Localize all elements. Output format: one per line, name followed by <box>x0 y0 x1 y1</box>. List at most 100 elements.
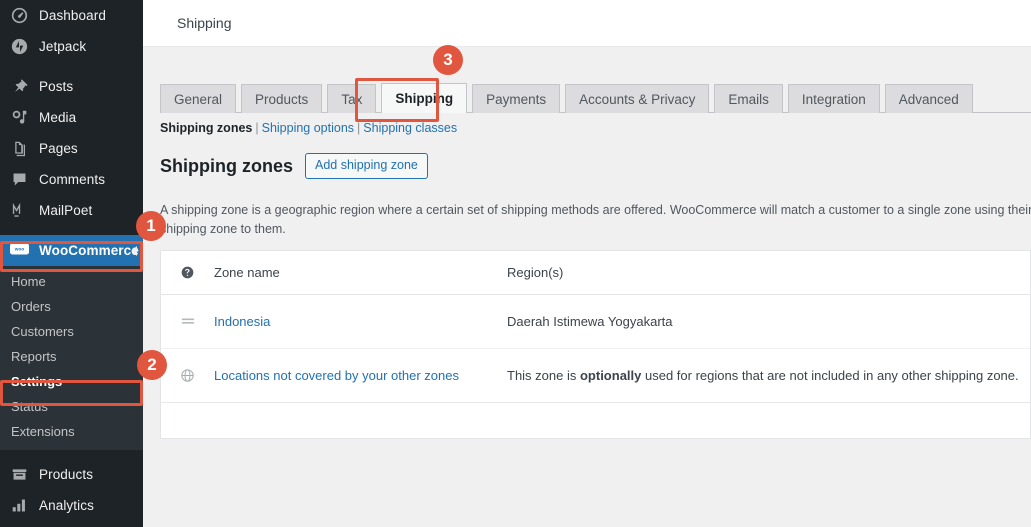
sidebar-item-label: Products <box>39 467 93 482</box>
submenu-item-label: Reports <box>11 349 57 364</box>
main-content: General Products Tax Shipping Payments A… <box>143 47 1031 527</box>
section-heading: Shipping zones <box>160 156 293 177</box>
sidebar-item-label: Jetpack <box>39 39 86 54</box>
media-icon <box>9 107 30 128</box>
tab-label: Emails <box>728 92 769 107</box>
help-icon[interactable] <box>161 266 214 279</box>
tab-general[interactable]: General <box>160 84 236 113</box>
sidebar-item-label: Comments <box>39 172 105 187</box>
sidebar-item-label: Posts <box>39 79 73 94</box>
submenu-item-customers[interactable]: Customers <box>0 319 143 344</box>
tab-label: Products <box>255 92 308 107</box>
products-icon <box>9 464 30 485</box>
submenu-item-label: Settings <box>11 374 62 389</box>
sidebar-item-posts[interactable]: Posts <box>0 71 143 102</box>
woocommerce-icon: woo <box>9 240 30 261</box>
region-text-suffix: used for regions that are not included i… <box>641 368 1018 383</box>
sidebar-item-label: Media <box>39 110 76 125</box>
sidebar-item-pages[interactable]: Pages <box>0 133 143 164</box>
submenu-item-reports[interactable]: Reports <box>0 344 143 369</box>
tab-label: General <box>174 92 222 107</box>
table-row[interactable]: Indonesia Daerah Istimewa Yogyakarta <box>161 295 1030 349</box>
sidebar-item-analytics[interactable]: Analytics <box>0 490 143 521</box>
add-shipping-zone-button[interactable]: Add shipping zone <box>305 153 428 179</box>
dashboard-icon <box>9 5 30 26</box>
subnav-separator: | <box>357 121 360 135</box>
globe-icon <box>161 368 214 383</box>
jetpack-icon <box>9 36 30 57</box>
tab-label: Accounts & Privacy <box>579 92 695 107</box>
chevron-right-icon <box>131 246 137 256</box>
column-header-regions: Region(s) <box>507 265 1030 280</box>
analytics-icon <box>9 495 30 516</box>
subnav-link-shipping-classes[interactable]: Shipping classes <box>363 121 457 135</box>
tab-label: Tax <box>341 92 362 107</box>
sidebar-divider <box>0 62 143 71</box>
sidebar-item-jetpack[interactable]: Jetpack <box>0 31 143 62</box>
region-text-prefix: This zone is <box>507 368 580 383</box>
tab-products[interactable]: Products <box>241 84 322 113</box>
sidebar-item-label: Pages <box>39 141 78 156</box>
sidebar-item-label: Analytics <box>39 498 94 513</box>
tab-integration[interactable]: Integration <box>788 84 880 113</box>
subnav-separator: | <box>255 121 258 135</box>
tab-tax[interactable]: Tax <box>327 84 376 113</box>
tab-shipping[interactable]: Shipping <box>381 83 467 113</box>
zone-name-cell: Locations not covered by your other zone… <box>214 368 507 383</box>
sidebar-item-mailpoet[interactable]: MailPoet <box>0 195 143 226</box>
submenu-item-orders[interactable]: Orders <box>0 294 143 319</box>
table-row[interactable]: Locations not covered by your other zone… <box>161 349 1030 403</box>
submenu-item-home[interactable]: Home <box>0 269 143 294</box>
zone-regions-cell: This zone is optionally used for regions… <box>507 368 1030 383</box>
sidebar-item-media[interactable]: Media <box>0 102 143 133</box>
zone-link-indonesia[interactable]: Indonesia <box>214 314 270 329</box>
zone-regions-cell: Daerah Istimewa Yogyakarta <box>507 314 1030 329</box>
subnav-link-shipping-options[interactable]: Shipping options <box>262 121 354 135</box>
zone-link-locations-not-covered[interactable]: Locations not covered by your other zone… <box>214 368 459 383</box>
shipping-subnav: Shipping zones|Shipping options|Shipping… <box>160 121 457 135</box>
section-description: A shipping zone is a geographic region w… <box>160 201 1031 240</box>
submenu-item-settings[interactable]: Settings <box>0 369 143 394</box>
column-header-zone-name: Zone name <box>214 265 507 280</box>
page-header: Shipping <box>143 0 1031 47</box>
annotation-badge-1: 1 <box>136 211 166 241</box>
woocommerce-submenu: Home Orders Customers Reports Settings S… <box>0 266 143 450</box>
tab-accounts-privacy[interactable]: Accounts & Privacy <box>565 84 709 113</box>
mailpoet-icon <box>9 200 30 221</box>
submenu-item-label: Status <box>11 399 48 414</box>
sidebar-item-comments[interactable]: Comments <box>0 164 143 195</box>
submenu-item-label: Extensions <box>11 424 75 439</box>
annotation-badge-2: 2 <box>137 350 167 380</box>
sidebar-divider <box>0 226 143 235</box>
shipping-zones-table: Zone name Region(s) Indonesia Daerah Ist… <box>160 250 1031 439</box>
submenu-item-label: Customers <box>11 324 74 339</box>
page-title: Shipping <box>177 15 232 31</box>
submenu-item-extensions[interactable]: Extensions <box>0 419 143 444</box>
tab-advanced[interactable]: Advanced <box>885 84 973 113</box>
tab-label: Payments <box>486 92 546 107</box>
tab-payments[interactable]: Payments <box>472 84 560 113</box>
sidebar-item-dashboard[interactable]: Dashboard <box>0 0 143 31</box>
sidebar-item-label: MailPoet <box>39 203 92 218</box>
zone-name-cell: Indonesia <box>214 314 507 329</box>
comments-icon <box>9 169 30 190</box>
subnav-current-shipping-zones: Shipping zones <box>160 121 252 135</box>
admin-sidebar: Dashboard Jetpack Posts <box>0 0 143 527</box>
settings-tabs: General Products Tax Shipping Payments A… <box>160 84 1031 113</box>
drag-handle-icon[interactable] <box>161 316 214 328</box>
table-footer-spacer <box>161 403 1030 438</box>
submenu-item-status[interactable]: Status <box>0 394 143 419</box>
annotation-badge-3: 3 <box>433 45 463 75</box>
svg-text:woo: woo <box>14 248 25 253</box>
tab-label: Advanced <box>899 92 959 107</box>
table-header-row: Zone name Region(s) <box>161 251 1030 295</box>
tab-emails[interactable]: Emails <box>714 84 783 113</box>
sidebar-item-label: WooCommerce <box>39 243 139 258</box>
sidebar-item-products[interactable]: Products <box>0 459 143 490</box>
woocommerce-shipping-settings-page: Dashboard Jetpack Posts <box>0 0 1031 527</box>
submenu-item-label: Home <box>11 274 46 289</box>
sidebar-item-woocommerce[interactable]: woo WooCommerce <box>0 235 143 266</box>
pin-icon <box>9 76 30 97</box>
tab-label: Shipping <box>395 91 453 106</box>
pages-icon <box>9 138 30 159</box>
